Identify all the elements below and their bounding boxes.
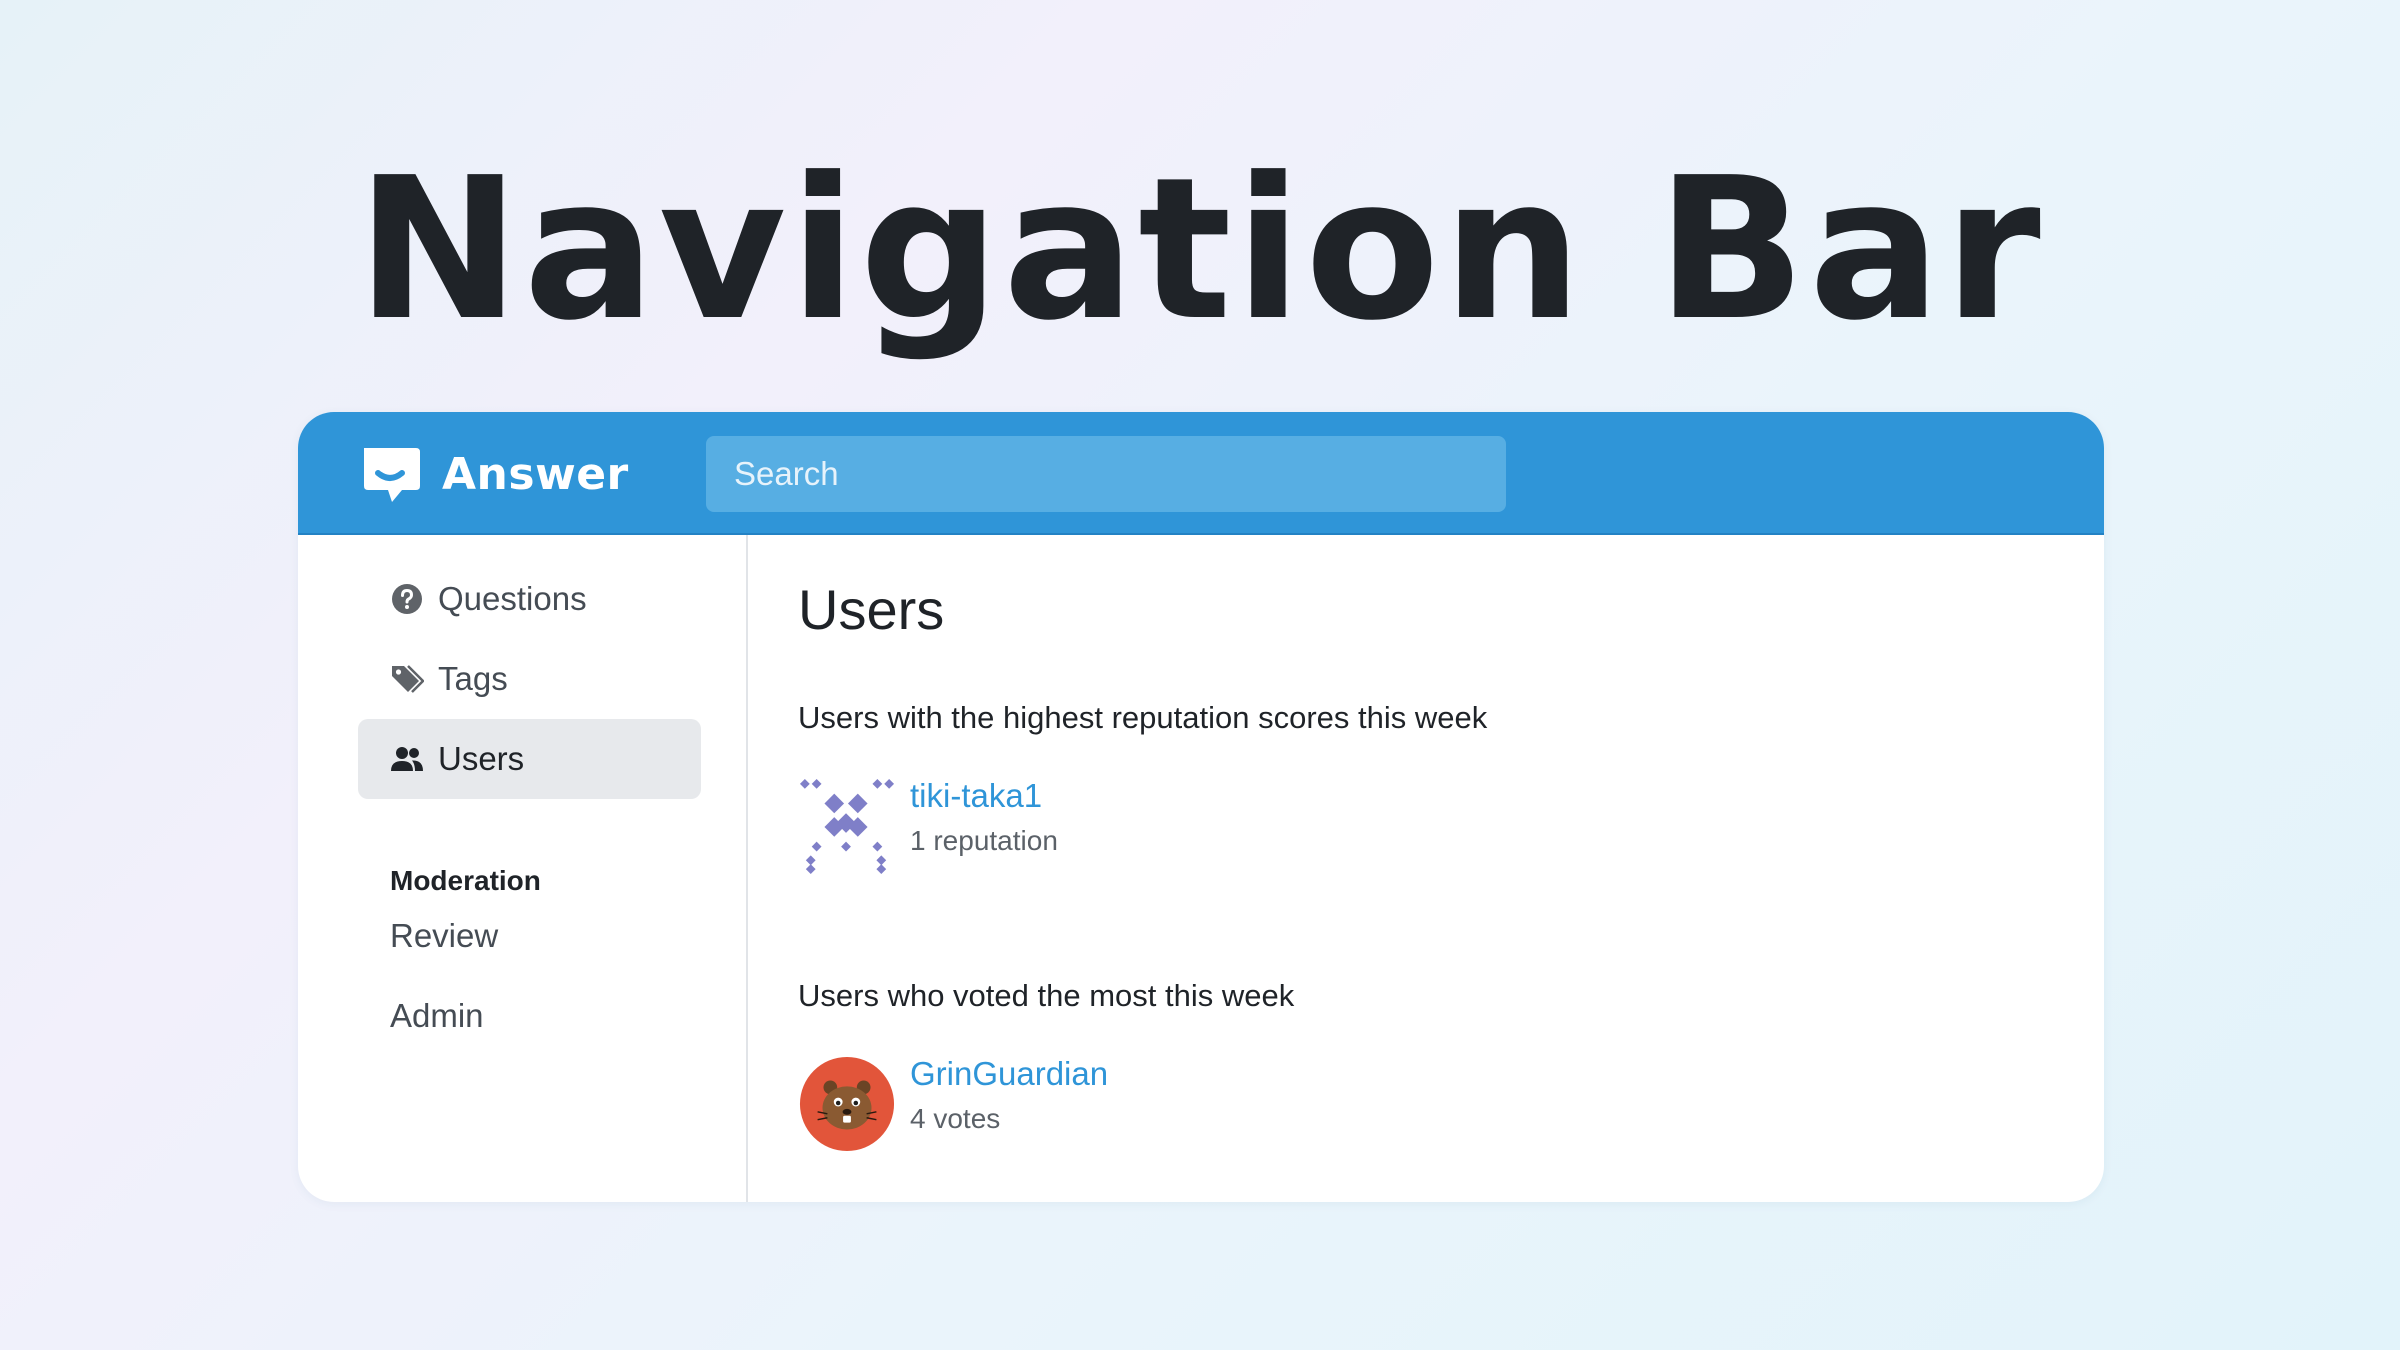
users-icon xyxy=(390,742,424,776)
reputation-section-heading: Users with the highest reputation scores… xyxy=(798,700,1488,735)
user-reputation: 1 reputation xyxy=(910,825,1058,856)
identicon-avatar[interactable] xyxy=(798,777,896,875)
user-name-link[interactable]: tiki-taka1 xyxy=(910,777,1042,815)
question-circle-icon xyxy=(390,582,424,616)
search-box[interactable] xyxy=(706,436,1506,512)
user-name-link[interactable]: GrinGuardian xyxy=(910,1055,1108,1093)
moderation-heading: Moderation xyxy=(390,865,541,896)
sidebar-item-label: Tags xyxy=(438,660,508,697)
sidebar-item-users[interactable]: Users xyxy=(358,719,701,799)
beaver-avatar[interactable] xyxy=(798,1055,896,1153)
brand-name: Answer xyxy=(442,448,629,500)
sidebar-item-questions[interactable]: Questions xyxy=(358,559,701,639)
user-card: GrinGuardian 4 votes xyxy=(798,1055,1398,1155)
sidebar-item-label: Questions xyxy=(438,580,587,617)
sidebar-item-admin[interactable]: Admin xyxy=(390,997,484,1035)
brand[interactable]: Answer xyxy=(358,442,629,506)
search-input[interactable] xyxy=(732,454,1480,494)
page-title: Users xyxy=(798,578,945,641)
top-navigation-bar: Answer xyxy=(298,412,2104,535)
sidebar-item-tags[interactable]: Tags xyxy=(358,639,701,719)
sidebar-item-label: Users xyxy=(438,740,525,777)
sidebar-item-review[interactable]: Review xyxy=(390,917,498,955)
votes-section-heading: Users who voted the most this week xyxy=(798,978,1295,1013)
answer-logo-icon xyxy=(364,448,420,502)
user-vote-count: 4 votes xyxy=(910,1103,1001,1134)
main-content: Users Users with the highest reputation … xyxy=(798,535,2058,1202)
user-card: tiki-taka1 1 reputation xyxy=(798,777,1398,877)
tag-icon xyxy=(390,662,424,696)
hero-title: Navigation Bar xyxy=(356,136,2044,364)
app-window: Answer Questions xyxy=(298,412,2104,1202)
sidebar: Questions Tags Users Moderation Review A… xyxy=(298,535,748,1202)
